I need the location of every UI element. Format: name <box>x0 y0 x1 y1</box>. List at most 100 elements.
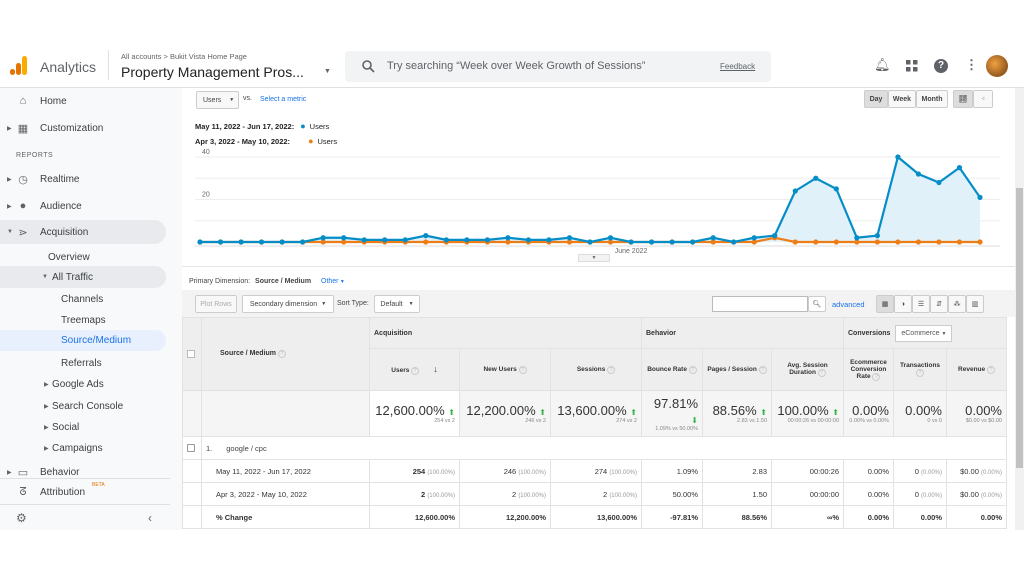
data-point[interactable] <box>648 239 655 245</box>
data-point[interactable] <box>423 239 429 245</box>
data-point[interactable] <box>587 239 593 245</box>
sidebar-item-campaigns[interactable]: ▶ Campaigns <box>0 436 166 460</box>
property-selector[interactable]: Property Management Pros... <box>121 64 304 80</box>
data-point[interactable] <box>669 239 675 245</box>
data-point[interactable] <box>895 239 901 245</box>
data-point[interactable] <box>936 179 942 186</box>
data-point[interactable] <box>217 239 224 245</box>
data-point[interactable] <box>833 239 839 245</box>
data-point[interactable] <box>402 237 408 243</box>
data-point[interactable] <box>361 237 367 243</box>
data-point[interactable] <box>915 171 922 177</box>
help-icon[interactable]: ? <box>607 365 616 374</box>
sidebar-item-google-ads[interactable]: ▶ Google Ads <box>0 372 166 396</box>
breadcrumb[interactable]: All accounts > Bukit Vista Home Page <box>121 52 247 61</box>
data-point[interactable] <box>792 188 798 194</box>
table-view-icon[interactable]: ▦ <box>876 295 894 313</box>
help-icon[interactable]: ? <box>411 367 420 375</box>
search-box[interactable]: Try searching “Week over Week Growth of … <box>345 51 771 82</box>
help-icon[interactable]: ? <box>758 365 767 374</box>
avatar[interactable] <box>986 55 1008 77</box>
column-header[interactable]: Transactions ? <box>893 348 947 391</box>
data-point[interactable] <box>813 175 819 181</box>
data-point[interactable] <box>690 239 696 245</box>
search-icon[interactable]: 🔍︎ <box>808 296 826 312</box>
feedback-link[interactable]: Feedback <box>720 62 755 71</box>
sidebar-item-all-traffic[interactable]: ▼ All Traffic <box>0 266 166 288</box>
comparison-view-icon[interactable]: ⇵ <box>930 295 948 313</box>
data-point[interactable] <box>546 237 552 243</box>
help-icon[interactable]: ? <box>934 59 948 73</box>
help-icon[interactable]: ? <box>518 365 527 374</box>
apps-icon[interactable] <box>906 60 918 72</box>
chart-collapse-handle[interactable]: ▼ <box>578 254 610 262</box>
plot-rows-button[interactable]: Plot Rows <box>195 295 237 313</box>
data-point[interactable] <box>854 235 860 241</box>
data-point[interactable] <box>443 237 449 243</box>
week-button[interactable]: Week <box>888 90 916 108</box>
scrollbar[interactable] <box>1015 88 1024 530</box>
data-point[interactable] <box>977 194 983 200</box>
day-button[interactable]: Day <box>864 90 888 108</box>
collapse-sidebar-icon[interactable]: ‹ <box>148 511 152 525</box>
help-icon[interactable]: ? <box>916 369 924 377</box>
sidebar-item-attribution[interactable]: ᘔ Attribution BETA <box>0 480 166 504</box>
help-icon[interactable]: ? <box>277 350 286 358</box>
sidebar-item-source-medium[interactable]: Source/Medium <box>0 330 166 351</box>
data-point[interactable] <box>320 235 326 241</box>
bell-icon[interactable]: 🔔︎ <box>874 57 891 73</box>
goal-selector[interactable]: eCommerce ▼ <box>895 324 953 342</box>
term-cloud-icon[interactable]: ⁂ <box>948 295 966 313</box>
dimension-header[interactable]: Source / Medium ? <box>201 317 370 391</box>
data-point[interactable] <box>874 233 880 239</box>
data-point[interactable] <box>956 165 963 171</box>
sidebar-item-home[interactable]: ⌂ Home <box>0 89 166 113</box>
column-header[interactable]: Pages / Session ? <box>702 348 772 391</box>
table-search-input[interactable] <box>712 296 808 312</box>
data-point[interactable] <box>505 235 511 241</box>
gear-icon[interactable]: ⚙ <box>16 511 27 525</box>
select-all-checkbox[interactable] <box>187 350 195 358</box>
motion-chart-icon[interactable]: ⁖ <box>973 90 993 108</box>
row-checkbox[interactable] <box>187 444 195 452</box>
pivot-view-icon[interactable]: ▥ <box>966 295 984 313</box>
data-point[interactable] <box>751 235 757 241</box>
data-point[interactable] <box>341 235 347 241</box>
scrollbar-thumb[interactable] <box>1016 188 1023 468</box>
other-dimension-link[interactable]: Other <box>321 278 339 285</box>
help-icon[interactable]: ? <box>688 365 697 374</box>
search-input[interactable]: Try searching “Week over Week Growth of … <box>387 60 645 72</box>
data-point[interactable] <box>936 239 942 245</box>
column-header[interactable]: Revenue ? <box>946 348 1007 391</box>
data-point[interactable] <box>813 239 819 245</box>
data-point[interactable] <box>382 237 388 243</box>
data-point[interactable] <box>464 237 470 243</box>
data-point[interactable] <box>258 239 265 245</box>
data-point[interactable] <box>484 237 490 243</box>
caret-down-icon[interactable]: ▼ <box>324 68 331 75</box>
table-row[interactable]: 1. google / cpc <box>182 436 1007 460</box>
sort-type-dropdown[interactable]: Default ▼ <box>374 295 420 313</box>
metric-dropdown[interactable]: Users ▼ <box>196 91 239 109</box>
column-header[interactable]: New Users ? <box>459 348 551 391</box>
data-point[interactable] <box>895 154 901 160</box>
data-point[interactable] <box>731 239 737 245</box>
more-vert-icon[interactable]: ⋮ <box>965 57 978 73</box>
data-point[interactable] <box>792 239 798 245</box>
data-point[interactable] <box>915 239 922 245</box>
data-point[interactable] <box>238 239 244 245</box>
data-point[interactable] <box>300 239 306 245</box>
secondary-dimension-dropdown[interactable]: Secondary dimension ▼ <box>242 295 334 313</box>
column-header[interactable]: Sessions ? <box>550 348 642 391</box>
sidebar-item-realtime[interactable]: ▶ ◷ Realtime <box>0 167 166 191</box>
select-metric-link[interactable]: Select a metric <box>260 96 306 103</box>
help-icon[interactable]: ? <box>986 365 995 374</box>
column-header[interactable]: Users ? ↓ <box>369 348 460 391</box>
advanced-link[interactable]: advanced <box>832 300 865 309</box>
sidebar-item-treemaps[interactable]: Treemaps <box>0 308 166 332</box>
data-point[interactable] <box>710 235 716 241</box>
column-header[interactable]: Bounce Rate ? <box>641 348 703 391</box>
column-header[interactable]: Ecommerce Conversion Rate ? <box>843 348 894 391</box>
sort-arrow-icon[interactable]: ↓ <box>433 364 438 374</box>
data-point[interactable] <box>525 237 532 243</box>
